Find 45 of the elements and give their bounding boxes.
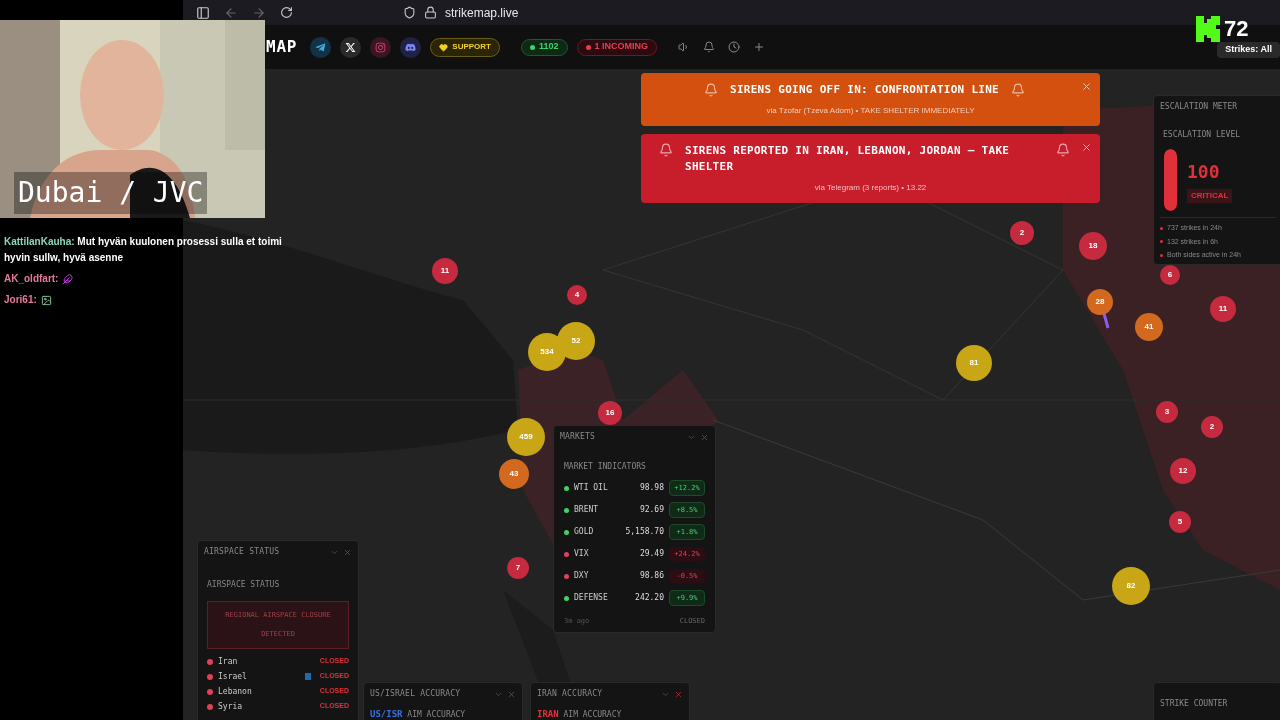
count-badge: 1102 [521, 38, 568, 56]
side-label: IRAN [537, 709, 559, 719]
section-title: AIRSPACE STATUS [207, 579, 281, 591]
app-title: MAP [266, 36, 298, 58]
country-name: Lebanon [218, 685, 253, 698]
escalation-label: ESCALATION LEVEL [1163, 129, 1242, 141]
section-title: MARKET INDICATORS [564, 461, 647, 473]
indicator-name: BRENT [574, 504, 600, 516]
alert-title: SIRENS GOING OFF IN: CONFRONTATION LINE [730, 82, 999, 98]
chat-message: KattilanKauha: Mut hyvän kuulonen prosessi sulla et toimi hyvin sullw, hyvä asenne [4, 235, 283, 265]
status-badge: CRITICAL [1187, 188, 1233, 203]
chat-username[interactable]: AK_oldfart: [4, 271, 59, 287]
indicator-name: VIX [574, 548, 590, 560]
indicator-value: 5,158.70 [625, 526, 664, 538]
section-title: AIM ACCURACY [563, 710, 622, 719]
viewer-count: 72 [1224, 15, 1249, 43]
indicator-value: 98.98 [639, 482, 664, 494]
indicator-value: 242.20 [635, 592, 664, 604]
indicator-name: DEFENSE [574, 592, 609, 604]
panel-title: AIRSPACE STATUS [204, 546, 280, 558]
section-title: AIM ACCURACY [407, 710, 466, 719]
country-name: Iran [218, 655, 239, 668]
country-name: Israel [218, 670, 248, 683]
indicator-name: GOLD [574, 526, 595, 538]
strikes-filter-button[interactable]: Strikes: All [1217, 42, 1280, 58]
panel-title: MARKETS [560, 431, 596, 443]
indicator-value: 29.49 [639, 548, 664, 560]
country-name: Syria [218, 700, 244, 713]
escalation-value: 100 [1187, 159, 1220, 184]
panel-title: IRAN ACCURACY [537, 688, 603, 700]
alert-source: via Telegram (3 reports) • 13.22 [814, 181, 927, 194]
panel-title: ESCALATION METER [1160, 101, 1239, 113]
indicator-value: 92.69 [639, 504, 664, 516]
indicator-name: WTI OIL [574, 482, 609, 494]
alert-source: via Tzofar (Tzeva Adom) • TAKE SHELTER IMMEDIATELY [766, 104, 975, 117]
panel-title: US/ISRAEL ACCURACY [370, 688, 461, 700]
panel-title: STRIKE COUNTER [1160, 699, 1228, 708]
indicator-value: 98.86 [639, 570, 664, 582]
indicator-name: DXY [574, 570, 590, 582]
address-bar[interactable]: strikemap.live [445, 3, 519, 22]
chat-username[interactable]: Jori61: [4, 292, 37, 308]
support-button[interactable]: SUPPORT [430, 37, 500, 57]
alert-title: SIRENS REPORTED IN IRAN, LEBANON, JORDAN — TAKE SHELTER [685, 142, 1011, 175]
incoming-badge: 1 INCOMING [576, 38, 658, 56]
side-label: US/ISR [370, 709, 403, 719]
